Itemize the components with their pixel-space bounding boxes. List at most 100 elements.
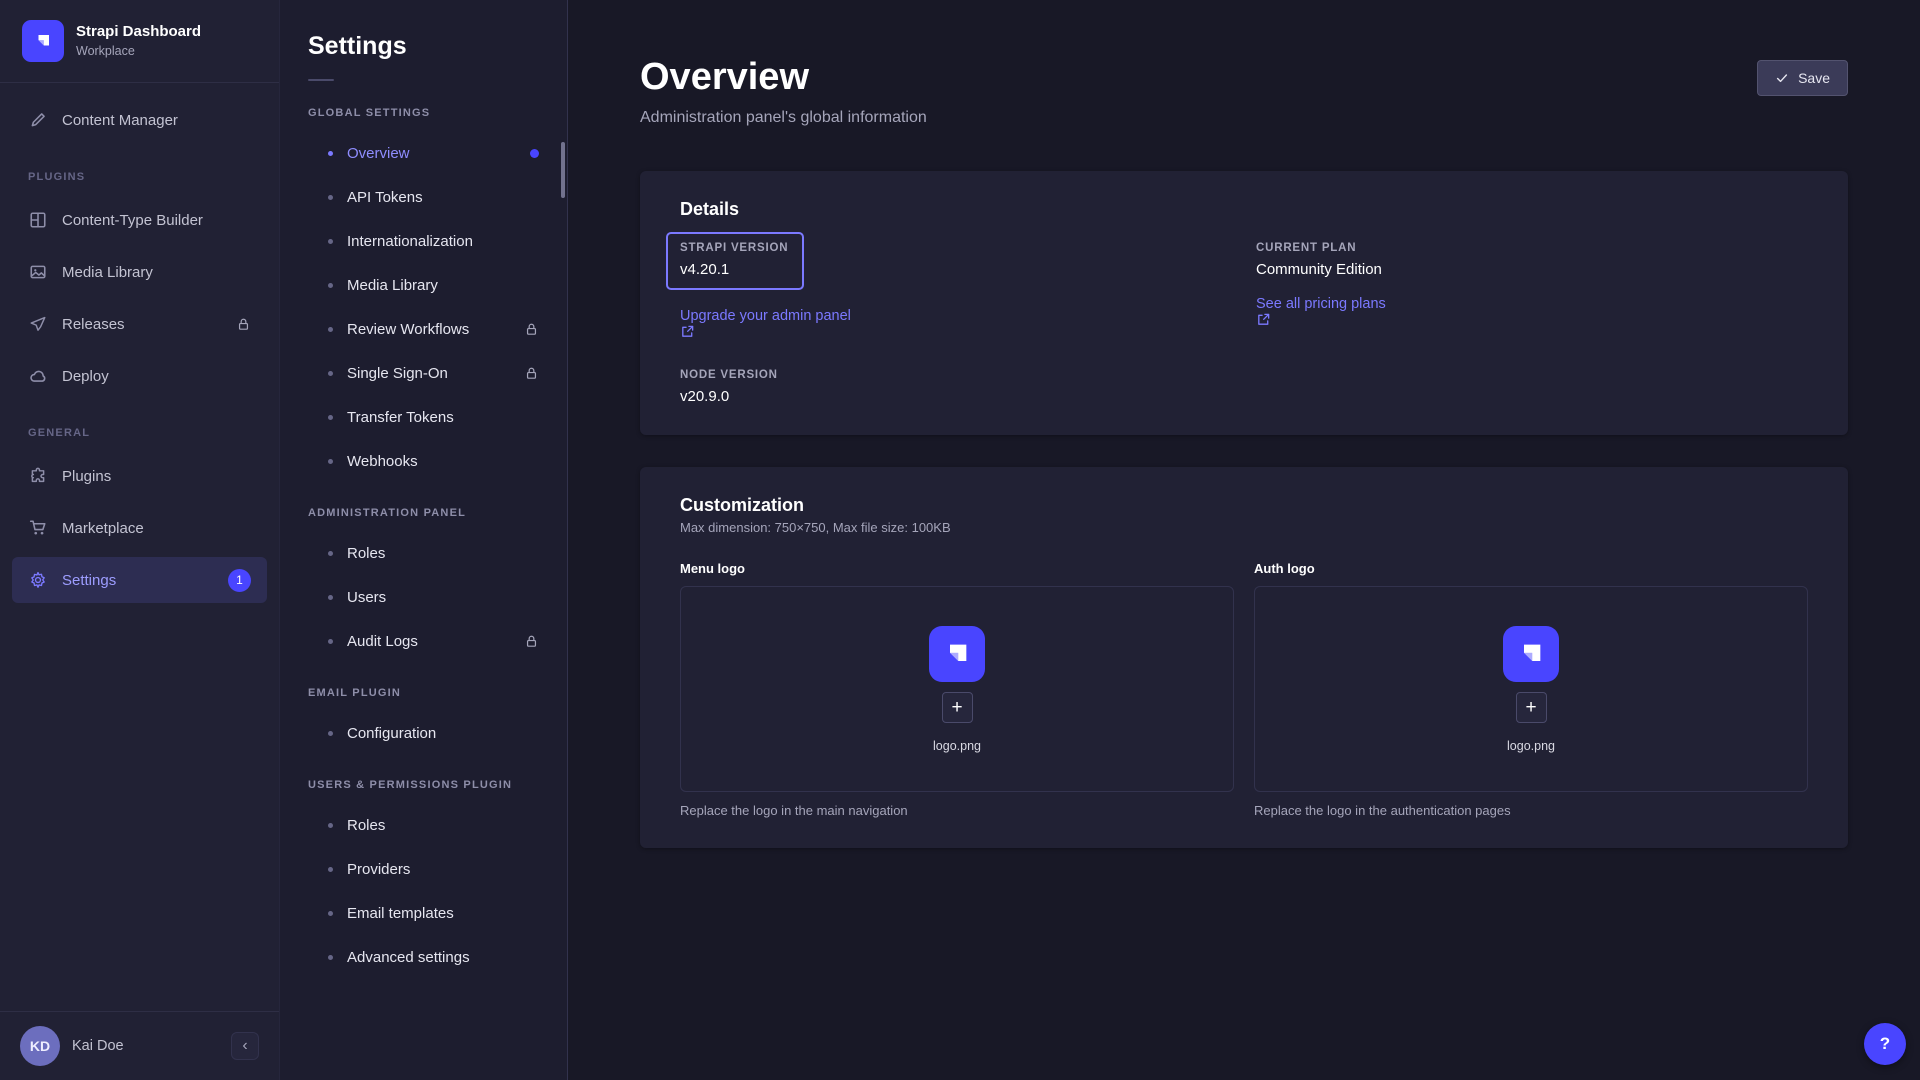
pricing-plans-link[interactable]: See all pricing plans	[1256, 296, 1808, 327]
bullet-dot	[328, 283, 333, 288]
settings-subnav: Settings GLOBAL SETTINGS Overview API To…	[280, 0, 568, 1080]
subnav-item-email-templates[interactable]: Email templates	[280, 891, 567, 935]
subnav-section-global-settings: GLOBAL SETTINGS	[280, 83, 567, 131]
auth-logo-dropzone[interactable]: + logo.png	[1254, 586, 1808, 792]
main-nav: Content Manager PLUGINS Content-Type Bui…	[0, 83, 279, 1011]
bullet-dot	[328, 911, 333, 916]
sidebar-item-label: Content Manager	[62, 112, 251, 129]
lock-icon	[236, 317, 251, 332]
subnav-item-label: Advanced settings	[347, 949, 539, 966]
menu-logo-hint: Replace the logo in the main navigation	[680, 803, 1234, 818]
cloud-icon	[28, 367, 48, 385]
workspace-title: Strapi Dashboard	[76, 23, 201, 41]
subnav-item-label: Webhooks	[347, 453, 539, 470]
upgrade-admin-panel-link[interactable]: Upgrade your admin panel	[680, 308, 1232, 339]
sidebar-item-settings[interactable]: Settings 1	[12, 557, 267, 603]
subnav-item-label: Single Sign-On	[347, 365, 510, 382]
customization-constraints: Max dimension: 750×750, Max file size: 1…	[680, 520, 1808, 535]
subnav-item-label: Configuration	[347, 725, 539, 742]
workspace-switcher[interactable]: Strapi Dashboard Workplace	[0, 0, 279, 83]
subnav-item-webhooks[interactable]: Webhooks	[280, 439, 567, 483]
customization-card: Customization Max dimension: 750×750, Ma…	[640, 467, 1848, 848]
pencil-icon	[28, 111, 48, 129]
subnav-item-internationalization[interactable]: Internationalization	[280, 219, 567, 263]
paper-plane-icon	[28, 315, 48, 333]
subnav-item-api-tokens[interactable]: API Tokens	[280, 175, 567, 219]
nav-section-plugins: PLUGINS	[0, 149, 279, 191]
auth-logo-label: Auth logo	[1254, 561, 1808, 576]
bullet-dot	[328, 371, 333, 376]
customization-card-title: Customization	[680, 495, 1808, 516]
sidebar-item-deploy[interactable]: Deploy	[12, 353, 267, 399]
subnav-scrollbar-thumb[interactable]	[561, 142, 565, 198]
sidebar-item-label: Settings	[62, 572, 214, 589]
subnav-item-label: Roles	[347, 817, 539, 834]
subnav-item-label: Providers	[347, 861, 539, 878]
change-auth-logo-button[interactable]: +	[1516, 692, 1547, 723]
cart-icon	[28, 519, 48, 537]
subnav-item-media-library[interactable]: Media Library	[280, 263, 567, 307]
auth-logo-hint: Replace the logo in the authentication p…	[1254, 803, 1808, 818]
save-button[interactable]: Save	[1757, 60, 1848, 96]
subnav-item-label: API Tokens	[347, 189, 539, 206]
notification-badge: 1	[228, 569, 251, 592]
bullet-dot	[328, 151, 333, 156]
menu-logo-dropzone[interactable]: + logo.png	[680, 586, 1234, 792]
menu-logo-filename: logo.png	[933, 739, 981, 753]
sidebar-item-label: Content-Type Builder	[62, 212, 251, 229]
puzzle-icon	[28, 467, 48, 485]
subnav-item-single-sign-on[interactable]: Single Sign-On	[280, 351, 567, 395]
sidebar-item-plugins[interactable]: Plugins	[12, 453, 267, 499]
subnav-item-admin-roles[interactable]: Roles	[280, 531, 567, 575]
subnav-item-users[interactable]: Users	[280, 575, 567, 619]
sidebar-item-label: Media Library	[62, 264, 251, 281]
external-link-icon	[680, 324, 1232, 339]
main-sidebar: Strapi Dashboard Workplace Content Manag…	[0, 0, 280, 1080]
change-menu-logo-button[interactable]: +	[942, 692, 973, 723]
sidebar-item-content-type-builder[interactable]: Content-Type Builder	[12, 197, 267, 243]
subnav-item-label: Audit Logs	[347, 633, 510, 650]
avatar[interactable]: KD	[20, 1026, 60, 1066]
details-card: Details STRAPI VERSION v4.20.1 Upgrade y…	[640, 171, 1848, 435]
help-button[interactable]: ?	[1864, 1023, 1906, 1065]
current-plan-value: Community Edition	[1256, 261, 1808, 278]
subnav-item-overview[interactable]: Overview	[280, 131, 567, 175]
subnav-item-providers[interactable]: Providers	[280, 847, 567, 891]
bullet-dot	[328, 239, 333, 244]
sidebar-item-label: Plugins	[62, 468, 251, 485]
bullet-dot	[328, 731, 333, 736]
subnav-item-transfer-tokens[interactable]: Transfer Tokens	[280, 395, 567, 439]
subnav-section-users-permissions: USERS & PERMISSIONS PLUGIN	[280, 755, 567, 803]
subnav-item-review-workflows[interactable]: Review Workflows	[280, 307, 567, 351]
subnav-item-label: Email templates	[347, 905, 539, 922]
subnav-item-advanced-settings[interactable]: Advanced settings	[280, 935, 567, 979]
collapse-sidebar-button[interactable]: ‹	[231, 1032, 259, 1060]
main-content: Overview Administration panel's global i…	[568, 0, 1920, 1080]
sidebar-item-content-manager[interactable]: Content Manager	[12, 97, 267, 143]
subnav-item-audit-logs[interactable]: Audit Logs	[280, 619, 567, 663]
bullet-dot	[328, 415, 333, 420]
current-plan-field: CURRENT PLAN Community Edition	[1256, 242, 1808, 278]
strapi-version-field-highlighted: STRAPI VERSION v4.20.1	[666, 232, 804, 290]
gear-icon	[28, 571, 48, 589]
sidebar-item-label: Deploy	[62, 368, 251, 385]
bullet-dot	[328, 823, 333, 828]
sidebar-item-marketplace[interactable]: Marketplace	[12, 505, 267, 551]
menu-logo-label: Menu logo	[680, 561, 1234, 576]
grid-icon	[28, 211, 48, 229]
check-icon	[1775, 71, 1789, 85]
subnav-item-configuration[interactable]: Configuration	[280, 711, 567, 755]
auth-logo-filename: logo.png	[1507, 739, 1555, 753]
subnav-item-label: Review Workflows	[347, 321, 510, 338]
strapi-logo-icon	[929, 626, 985, 682]
subnav-item-up-roles[interactable]: Roles	[280, 803, 567, 847]
chevron-left-icon: ‹	[242, 1037, 247, 1055]
node-version-field: NODE VERSION v20.9.0	[680, 369, 1232, 405]
lock-icon	[524, 634, 539, 649]
page-title: Overview	[640, 56, 927, 99]
sidebar-item-media-library[interactable]: Media Library	[12, 249, 267, 295]
subnav-item-label: Users	[347, 589, 539, 606]
sidebar-item-releases[interactable]: Releases	[12, 301, 267, 347]
strapi-version-label: STRAPI VERSION	[680, 242, 788, 254]
save-button-label: Save	[1798, 70, 1830, 86]
